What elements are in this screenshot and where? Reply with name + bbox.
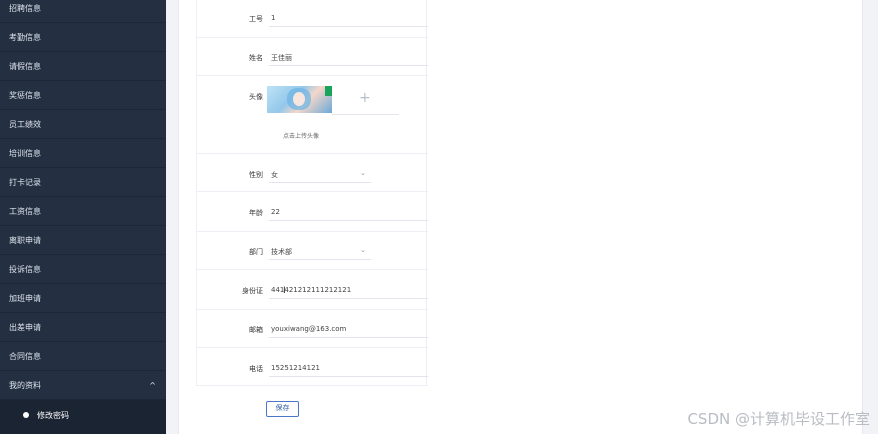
age-underline [269,220,428,221]
sidebar-item-recruitment[interactable]: 招聘信息 [0,0,166,23]
sidebar-item-resignation[interactable]: 离职申请 [0,226,166,255]
sidebar-item-label: 出差申请 [9,323,41,332]
sidebar-item-label: 工资信息 [9,207,41,216]
id-card-underline [269,298,428,299]
department-select-value: 技术部 [271,248,292,256]
sidebar-item-performance[interactable]: 员工绩效 [0,110,166,139]
sidebar-item-label: 考勤信息 [9,33,41,42]
phone-label: 电话 [249,365,263,373]
sidebar-item-label: 招聘信息 [9,4,41,13]
avatar-label: 头像 [249,93,263,101]
form-row-age: 年龄 22 [197,192,428,232]
avatar-upload-underline [332,114,399,115]
sidebar-item-label: 员工绩效 [9,120,41,129]
email-field[interactable]: youxiwang@163.com [271,325,346,333]
sidebar-item-my-profile[interactable]: 我的资料 ^ [0,371,166,400]
sidebar-item-label: 培训信息 [9,149,41,158]
name-underline [269,65,428,66]
sidebar-item-attendance[interactable]: 考勤信息 [0,23,166,52]
sidebar-item-business-trip[interactable]: 出差申请 [0,313,166,342]
department-label: 部门 [249,248,263,256]
sidebar-item-complaints[interactable]: 投诉信息 [0,255,166,284]
job-no-field[interactable]: 1 [271,14,275,22]
sidebar-item-label: 合同信息 [9,352,41,361]
sidebar-item-label: 打卡记录 [9,178,41,187]
sidebar-item-label: 离职申请 [9,236,41,245]
form-row-avatar: 头像 + 点击上传头像 [197,76,428,154]
text-cursor-icon: I [283,286,286,296]
avatar-image[interactable] [267,86,332,113]
form-row-id-card: 身份证 441421212111212121 [197,270,428,310]
chevron-down-icon: ⌄ [360,246,366,254]
watermark: CSDN @计算机毕设工作室 [687,410,870,428]
sidebar-item-label: 加班申请 [9,294,41,303]
sidebar-item-label: 请假信息 [9,62,41,71]
form-row-gender: 性别 女 ⌄ [197,154,428,192]
sidebar-item-leave[interactable]: 请假信息 [0,52,166,81]
bullet-icon [23,412,29,418]
sidebar-item-clock-in[interactable]: 打卡记录 [0,168,166,197]
form-row-phone: 电话 15251214121 [197,348,428,386]
gender-select-value: 女 [271,171,278,179]
form-row-job-no: 工号 1 [197,0,428,38]
sidebar-item-contracts[interactable]: 合同信息 [0,342,166,371]
sidebar-item-rewards[interactable]: 奖惩信息 [0,81,166,110]
age-field[interactable]: 22 [271,208,280,216]
phone-underline [269,376,428,377]
form-row-email: 邮箱 youxiwang@163.com [197,310,428,348]
form-row-name: 姓名 王佳丽 [197,38,428,76]
phone-field[interactable]: 15251214121 [271,364,320,372]
job-no-label: 工号 [249,15,263,23]
gender-label: 性别 [249,171,263,179]
chevron-down-icon: ⌄ [360,169,366,177]
avatar-upload-hint: 点击上传头像 [283,133,320,140]
email-label: 邮箱 [249,326,263,334]
sidebar-subitem-label: 修改密码 [37,411,69,420]
chevron-up-icon: ^ [149,381,156,390]
form-row-department: 部门 技术部 ⌄ [197,232,428,270]
sidebar-item-salary[interactable]: 工资信息 [0,197,166,226]
sidebar-item-training[interactable]: 培训信息 [0,139,166,168]
add-avatar-icon[interactable]: + [359,90,371,106]
sidebar-subitem-change-password[interactable]: 修改密码 [0,400,166,434]
sidebar-item-overtime[interactable]: 加班申请 [0,284,166,313]
sidebar-item-label: 奖惩信息 [9,91,41,100]
main-panel: 工号 1 姓名 王佳丽 头像 + 点击上传头像 性别 女 ⌄ 年龄 22 部门 … [178,0,863,434]
name-field[interactable]: 王佳丽 [271,53,292,63]
email-underline [269,337,428,338]
sidebar-item-label: 我的资料 [9,381,41,390]
profile-form: 工号 1 姓名 王佳丽 头像 + 点击上传头像 性别 女 ⌄ 年龄 22 部门 … [196,0,428,386]
age-label: 年龄 [249,209,263,217]
sidebar-item-label: 投诉信息 [9,265,41,274]
name-label: 姓名 [249,54,263,62]
id-card-label: 身份证 [242,287,263,295]
job-no-underline [269,26,428,27]
sidebar: 招聘信息 考勤信息 请假信息 奖惩信息 员工绩效 培训信息 打卡记录 工资信息 … [0,0,166,434]
save-button[interactable]: 保存 [266,401,299,417]
